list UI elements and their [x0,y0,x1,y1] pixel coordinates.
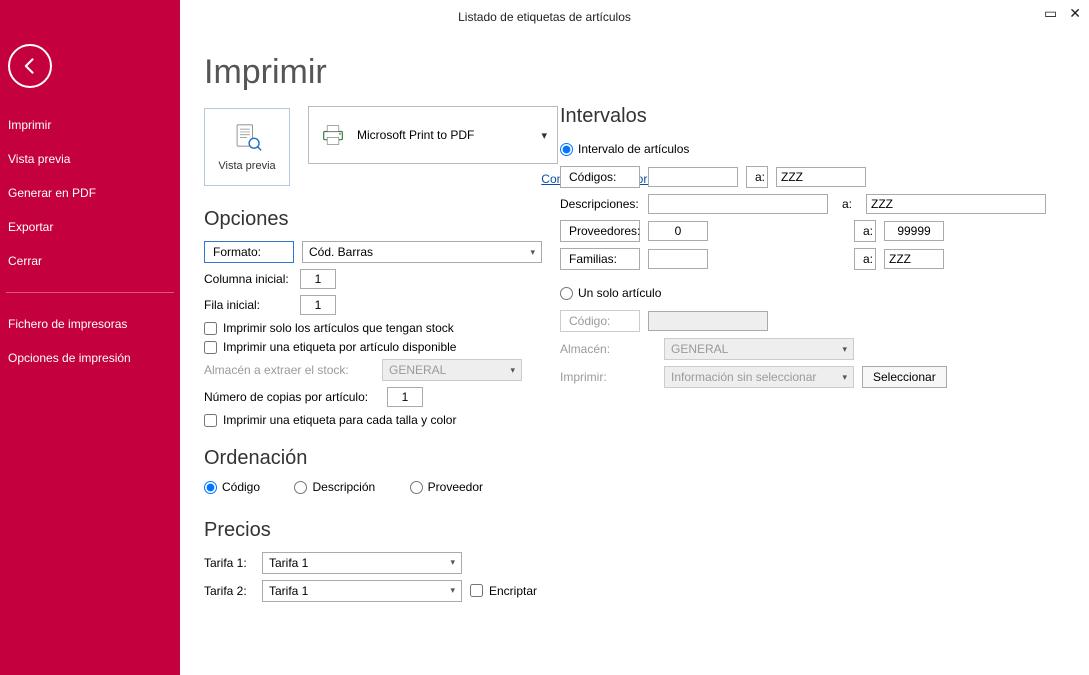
printer-selector[interactable]: Microsoft Print to PDF ▾ [308,106,558,164]
sidebar-item-cerrar[interactable]: Cerrar [0,244,180,278]
intervalos-heading: Intervalos [560,105,1046,128]
fila-inicial-label: Fila inicial: [204,298,292,312]
formato-value: Cód. Barras [309,245,373,259]
sidebar-item-exportar[interactable]: Exportar [0,210,180,244]
chk-stock-label: Imprimir solo los artículos que tengan s… [223,321,454,335]
imprimir-value-right: Información sin seleccionar [671,370,816,384]
tarifa1-select[interactable]: Tarifa 1 ▾ [262,552,462,574]
codigo-single-label: Código: [560,310,640,332]
radio-un-solo-articulo-input[interactable] [560,287,573,300]
sidebar-item-imprimir[interactable]: Imprimir [0,108,180,142]
codigos-to-input[interactable] [776,167,866,187]
familias-a-label: a: [854,248,876,270]
columna-inicial-label: Columna inicial: [204,272,292,286]
chk-encriptar-label: Encriptar [489,584,537,598]
radio-codigo[interactable]: Código [204,480,260,494]
proveedores-a-label: a: [854,220,876,242]
chevron-down-icon: ▾ [510,365,515,376]
sidebar-separator [6,292,174,293]
chevron-down-icon: ▾ [842,344,847,355]
chevron-down-icon: ▾ [541,129,547,142]
chk-talla-color-box[interactable] [204,414,217,427]
codigos-label: Códigos: [560,166,640,188]
radio-un-solo-articulo-label: Un solo artículo [578,286,661,300]
chevron-down-icon: ▾ [450,557,455,568]
radio-intervalo-articulos[interactable]: Intervalo de artículos [560,142,1016,156]
radio-codigo-label: Código [222,480,260,494]
vista-previa-button[interactable]: Vista previa [204,108,290,186]
descripciones-to-input[interactable] [866,194,1046,214]
radio-un-solo-articulo[interactable]: Un solo artículo [560,286,1016,300]
tarifa2-label: Tarifa 2: [204,584,254,598]
formato-select[interactable]: Cód. Barras ▾ [302,241,542,263]
chk-stock-box[interactable] [204,322,217,335]
back-button[interactable] [8,44,52,88]
chevron-down-icon: ▾ [842,372,847,383]
radio-proveedor-input[interactable] [410,481,423,494]
imprimir-select-right: Información sin seleccionar ▾ [664,366,854,388]
sidebar-item-opciones-impresion[interactable]: Opciones de impresión [0,341,180,375]
printer-icon [319,121,347,149]
columna-inicial-input[interactable] [300,269,336,289]
precios-heading: Precios [204,519,1065,542]
minimize-icon[interactable]: ▭ [1044,6,1057,20]
sidebar-item-fichero-impresoras[interactable]: Fichero de impresoras [0,307,180,341]
descripciones-a-label: a: [836,197,858,211]
tarifa2-select[interactable]: Tarifa 1 ▾ [262,580,462,602]
descripciones-from-input[interactable] [648,194,828,214]
almacen-extraer-value: GENERAL [389,363,446,377]
copias-label: Número de copias por artículo: [204,390,379,404]
familias-to-input[interactable] [884,249,944,269]
chk-encriptar-box[interactable] [470,584,483,597]
proveedores-label: Proveedores: [560,220,640,242]
proveedores-from-input[interactable] [648,221,708,241]
arrow-left-icon [20,56,40,76]
familias-from-input[interactable] [648,249,708,269]
radio-intervalo-articulos-input[interactable] [560,143,573,156]
radio-proveedor-label: Proveedor [428,480,483,494]
printer-name: Microsoft Print to PDF [357,128,474,142]
almacen-extraer-select: GENERAL ▾ [382,359,522,381]
radio-intervalo-articulos-label: Intervalo de artículos [578,142,689,156]
sidebar-item-generar-pdf[interactable]: Generar en PDF [0,176,180,210]
proveedores-to-input[interactable] [884,221,944,241]
radio-proveedor[interactable]: Proveedor [410,480,483,494]
radio-descripcion[interactable]: Descripción [294,480,375,494]
page-preview-icon [230,122,264,156]
codigos-a-label: a: [746,166,768,188]
almacen-value-right: GENERAL [671,342,728,356]
descripciones-label: Descripciones: [560,197,640,211]
almacen-extraer-label: Almacén a extraer el stock: [204,363,374,377]
tarifa2-value: Tarifa 1 [269,584,308,598]
codigo-single-input [648,311,768,331]
imprimir-label-right: Imprimir: [560,370,656,384]
tarifa1-value: Tarifa 1 [269,556,308,570]
chk-talla-color[interactable]: Imprimir una etiqueta para cada talla y … [204,413,1065,427]
familias-label: Familias: [560,248,640,270]
chk-talla-color-label: Imprimir una etiqueta para cada talla y … [223,413,456,427]
copias-input[interactable] [387,387,423,407]
almacen-select-right: GENERAL ▾ [664,338,854,360]
fila-inicial-input[interactable] [300,295,336,315]
chk-encriptar[interactable]: Encriptar [470,584,537,598]
chevron-down-icon: ▾ [450,585,455,596]
radio-codigo-input[interactable] [204,481,217,494]
sidebar: Imprimir Vista previa Generar en PDF Exp… [0,0,180,675]
codigos-from-input[interactable] [648,167,738,187]
chevron-down-icon: ▾ [530,247,535,258]
formato-label: Formato: [204,241,294,263]
chk-etiqueta-disp-label: Imprimir una etiqueta por artículo dispo… [223,340,456,354]
chk-etiqueta-disp-box[interactable] [204,341,217,354]
vista-previa-label: Vista previa [218,160,275,172]
radio-descripcion-input[interactable] [294,481,307,494]
almacen-label-right: Almacén: [560,342,656,356]
sidebar-item-vista-previa[interactable]: Vista previa [0,142,180,176]
ordenacion-heading: Ordenación [204,447,1065,470]
seleccionar-button[interactable]: Seleccionar [862,366,947,388]
tarifa1-label: Tarifa 1: [204,556,254,570]
radio-descripcion-label: Descripción [312,480,375,494]
close-icon[interactable]: ✕ [1069,6,1081,20]
